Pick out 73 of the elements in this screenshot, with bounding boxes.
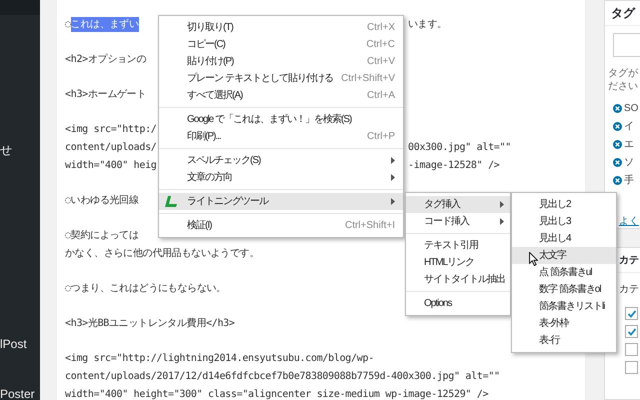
editor-text: <img src="http:/	[65, 122, 157, 136]
editor-text: -image-12528" />	[408, 158, 500, 172]
editor-text: width="400" height="300" class="aligncenter size-medium wp-image-12529" />	[65, 388, 488, 400]
menu-item[interactable]: 見出し4	[512, 230, 616, 247]
checkbox[interactable]	[625, 361, 638, 374]
checkbox[interactable]	[625, 343, 638, 356]
shortcut-text: Ctrl+P	[366, 130, 395, 144]
help-text: タグが ださい	[608, 67, 639, 93]
menu-item[interactable]: サイトタイトル抽出	[406, 271, 510, 288]
shortcut-text: Ctrl+Shift+V	[341, 72, 395, 86]
tag-label: 手	[624, 174, 634, 188]
tab[interactable]: カテ	[619, 279, 639, 300]
editor-text: ◌つまり、これはどうにもならない。	[65, 282, 226, 296]
shortcut-text: Ctrl+C	[366, 38, 395, 52]
menu-item[interactable]: コード挿入	[406, 213, 510, 230]
remove-tag-icon[interactable]	[613, 122, 622, 130]
panel-title: タグ	[605, 1, 640, 26]
menu-item[interactable]: テキスト引用	[406, 237, 510, 254]
editor-text: 00x300.jpg" alt=""	[408, 140, 511, 154]
editor-text: <h3>ホームゲート	[65, 88, 146, 102]
shortcut-text: Ctrl+Shift+I	[344, 219, 395, 233]
editor-text: content/uploads/2017/12/d14e6fdfcbcef7b0e783809088b7759d-400x300.jpg" alt=""	[65, 370, 500, 384]
menu-item[interactable]: コピー(C) Ctrl+C	[159, 36, 403, 53]
mouse-cursor-icon	[529, 252, 538, 266]
menu-item[interactable]: Options	[406, 295, 510, 312]
tag-label: SO	[624, 102, 638, 116]
menu-item[interactable]: 印刷(P)... Ctrl+P	[159, 128, 403, 145]
link[interactable]: よく	[619, 214, 639, 228]
menu-item[interactable]: ライトニングツール	[159, 193, 403, 210]
menu-item[interactable]: 文章の方向	[159, 169, 403, 186]
menu-item[interactable]: Poster	[0, 385, 35, 400]
tag-label: エ	[624, 138, 634, 152]
remove-tag-icon[interactable]	[613, 158, 622, 166]
shortcut-text: Ctrl+X	[366, 21, 395, 35]
menu-item[interactable]: 太文字	[512, 247, 616, 264]
menu-item[interactable]: タグ挿入	[406, 196, 510, 213]
menu-item[interactable]: せ	[0, 141, 12, 159]
editor-text: <h2>オプションの	[65, 52, 146, 66]
extension-icon	[165, 196, 177, 207]
checkbox[interactable]	[625, 325, 638, 338]
editor-text: content/uploads/	[65, 140, 157, 154]
menu-item[interactable]: 箇条書きリストli	[512, 298, 616, 315]
remove-tag-icon[interactable]	[613, 104, 622, 112]
menu-item[interactable]: 表-行	[512, 332, 616, 349]
editor-text: かなく、さらに他の代用品もないようです。	[65, 246, 260, 260]
editor-text: ◌	[65, 18, 71, 32]
tag-label: イ	[624, 120, 634, 134]
menu-item[interactable]: 数字 箇条書きol	[512, 281, 616, 298]
editor-text: width="400" heig	[65, 158, 157, 172]
menu-item[interactable]: プレーン テキストとして貼り付ける Ctrl+Shift+V	[159, 70, 403, 87]
shortcut-text: Ctrl+V	[366, 55, 395, 69]
menu-item[interactable]: 見出し2	[512, 196, 616, 213]
menu-item[interactable]: HTMLリンク	[406, 254, 510, 271]
menu-item[interactable]: 貼り付け(P) Ctrl+V	[159, 53, 403, 70]
menu-item[interactable]: 表-外枠	[512, 315, 616, 332]
menu-item[interactable]: 検証(I) Ctrl+Shift+I	[159, 217, 403, 234]
editor-text: ◌契約によっては	[65, 228, 139, 242]
menu-item[interactable]: 切り取り(T) Ctrl+X	[159, 19, 403, 36]
editor-text: <img src="http://lightning2014.ensyutsubu.com/blog/wp-	[65, 352, 374, 366]
editor-text: <h3>光BBユニットレンタル費用</h3>	[65, 316, 235, 330]
remove-tag-icon[interactable]	[613, 140, 622, 148]
menu-item[interactable]: スペルチェック(S)	[159, 152, 403, 169]
editor-text: います。	[408, 18, 447, 32]
menu-item[interactable]: すべて選択(A) Ctrl+A	[159, 87, 403, 104]
remove-tag-icon[interactable]	[613, 176, 622, 184]
selected-text: これは、まずい	[70, 16, 139, 32]
tag-label: ソ	[624, 156, 634, 170]
menu-item[interactable]: 見出し3	[512, 213, 616, 230]
checkbox[interactable]	[625, 307, 638, 320]
menu-item[interactable]: Google で「これは、まずい！」を検索(S)	[159, 111, 403, 128]
menu-item[interactable]: lPost	[0, 335, 27, 353]
editor-text: ◌いわゆる光回線	[65, 194, 139, 208]
shortcut-text: Ctrl+A	[366, 89, 395, 103]
